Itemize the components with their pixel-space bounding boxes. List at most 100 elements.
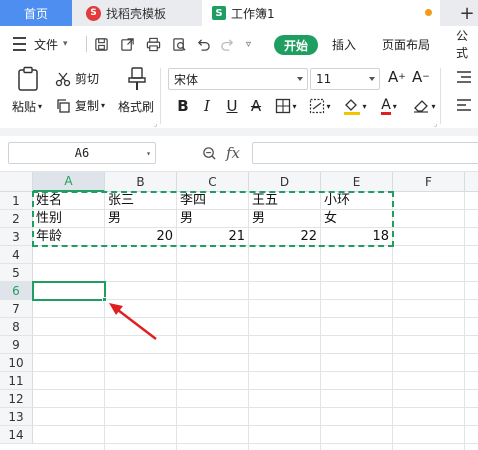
italic-label: I bbox=[204, 97, 210, 115]
row-header-6[interactable]: 6 bbox=[0, 282, 33, 300]
font-color-button[interactable]: A ▾ bbox=[376, 95, 402, 117]
align-left-icon[interactable] bbox=[456, 98, 472, 112]
paste-button[interactable]: 粘贴 ▾ bbox=[12, 98, 42, 115]
font-color-label: A bbox=[381, 96, 391, 115]
row-header-9[interactable]: 9 bbox=[0, 336, 33, 354]
row-header-3[interactable]: 3 bbox=[0, 228, 33, 246]
row-header-13[interactable]: 13 bbox=[0, 408, 33, 426]
new-tab-plus-icon[interactable]: + bbox=[456, 0, 478, 26]
formula-input[interactable] bbox=[252, 142, 478, 164]
insert-function-button[interactable]: fx bbox=[226, 144, 240, 162]
italic-button[interactable]: I bbox=[200, 95, 214, 117]
hamburger-menu-icon[interactable] bbox=[12, 34, 26, 54]
row-header-5[interactable]: 5 bbox=[0, 264, 33, 282]
row-header-7[interactable]: 7 bbox=[0, 300, 33, 318]
paste-label: 粘贴 bbox=[12, 100, 37, 114]
tab-insert[interactable]: 插入 bbox=[332, 34, 356, 54]
print-icon[interactable] bbox=[146, 37, 161, 52]
cut-button[interactable]: 剪切 bbox=[55, 70, 99, 87]
cell-a1[interactable]: 姓名 bbox=[33, 192, 105, 210]
cell-c3[interactable]: 21 bbox=[177, 228, 249, 246]
file-menu[interactable]: 文件 ▾ bbox=[34, 34, 68, 54]
row-header-12[interactable]: 12 bbox=[0, 390, 33, 408]
row-header-10[interactable]: 10 bbox=[0, 354, 33, 372]
tab-page-layout[interactable]: 页面布局 bbox=[382, 34, 430, 54]
cell-a2[interactable]: 性别 bbox=[33, 210, 105, 228]
cell-e2[interactable]: 女 bbox=[321, 210, 393, 228]
format-painter-button[interactable]: 格式刷 bbox=[118, 98, 154, 115]
font-grow-button[interactable]: A + bbox=[388, 68, 406, 86]
cell-b2[interactable]: 男 bbox=[105, 210, 177, 228]
font-size-select[interactable]: 11 bbox=[310, 68, 380, 90]
clipboard-expand-icon[interactable]: ⌟ bbox=[154, 120, 157, 128]
unsaved-dot-icon bbox=[425, 9, 432, 16]
cell-c1[interactable]: 李四 bbox=[177, 192, 249, 210]
cell-a3[interactable]: 年龄 bbox=[33, 228, 105, 246]
zoom-icon[interactable] bbox=[202, 146, 217, 161]
column-header-c[interactable]: C bbox=[177, 172, 249, 192]
column-header-b[interactable]: B bbox=[105, 172, 177, 192]
cell-b1[interactable]: 张三 bbox=[105, 192, 177, 210]
paste-icon[interactable] bbox=[16, 66, 40, 92]
borders-button[interactable]: ▾ bbox=[274, 95, 298, 117]
format-painter-icon[interactable] bbox=[126, 66, 148, 92]
copy-icon bbox=[57, 98, 70, 113]
cell-e3[interactable]: 18 bbox=[321, 228, 393, 246]
print-preview-icon[interactable] bbox=[172, 37, 187, 52]
row-3-label: 3 bbox=[12, 229, 20, 244]
name-box[interactable]: A6 ▾ bbox=[8, 142, 156, 164]
cell-d2[interactable]: 男 bbox=[249, 210, 321, 228]
copy-button[interactable]: 复制 ▾ bbox=[55, 97, 105, 114]
column-header-d[interactable]: D bbox=[249, 172, 321, 192]
cell-d3[interactable]: 22 bbox=[249, 228, 321, 246]
font-name-select[interactable]: 宋体 bbox=[168, 68, 308, 90]
font-shrink-button[interactable]: A − bbox=[412, 68, 430, 86]
cell-c2[interactable]: 男 bbox=[177, 210, 249, 228]
fx-label: fx bbox=[226, 144, 241, 162]
copy-label: 复制 bbox=[75, 99, 100, 113]
column-header-a[interactable]: A bbox=[33, 172, 105, 192]
column-header-f[interactable]: F bbox=[393, 172, 465, 192]
row-9-label: 9 bbox=[12, 337, 20, 352]
quick-access-more-icon[interactable]: ▿ bbox=[246, 34, 251, 54]
underline-label: U bbox=[226, 97, 238, 115]
tab-page-layout-label: 页面布局 bbox=[382, 37, 431, 52]
tab-formula[interactable]: 公式 bbox=[456, 29, 478, 60]
row-13-label: 13 bbox=[8, 409, 24, 424]
eraser-icon bbox=[414, 100, 429, 113]
column-header-e[interactable]: E bbox=[321, 172, 393, 192]
cell-c1-value: 李四 bbox=[180, 193, 207, 208]
bold-button[interactable]: B bbox=[174, 95, 192, 117]
clear-button[interactable]: ▾ bbox=[410, 95, 438, 117]
select-all-corner[interactable] bbox=[0, 172, 33, 192]
active-cell-a6[interactable] bbox=[32, 281, 106, 301]
save-icon[interactable] bbox=[94, 37, 109, 52]
tab-template[interactable]: S 找稻壳模板 bbox=[78, 0, 196, 26]
redo-icon[interactable] bbox=[220, 37, 235, 52]
cell-b3[interactable]: 20 bbox=[105, 228, 177, 246]
row-header-11[interactable]: 11 bbox=[0, 372, 33, 390]
cell-style-button[interactable]: ▾ bbox=[308, 95, 332, 117]
row-header-4[interactable]: 4 bbox=[0, 246, 33, 264]
export-icon[interactable] bbox=[120, 37, 135, 52]
undo-icon[interactable] bbox=[196, 37, 211, 52]
strikethrough-button[interactable]: A bbox=[248, 95, 264, 117]
font-expand-icon[interactable]: ⌟ bbox=[434, 120, 437, 128]
tab-home[interactable]: 首页 bbox=[0, 0, 72, 26]
fill-color-button[interactable]: ▾ bbox=[342, 95, 368, 117]
row-header-2[interactable]: 2 bbox=[0, 210, 33, 228]
tab-start[interactable]: 开始 bbox=[274, 35, 318, 55]
cell-e1[interactable]: 小环 bbox=[321, 192, 393, 210]
tab-workbook[interactable]: S 工作簿1 bbox=[202, 0, 440, 26]
row-header-14[interactable]: 14 bbox=[0, 426, 33, 444]
red-arrow-annotation-icon bbox=[109, 303, 157, 340]
cell-d1[interactable]: 王五 bbox=[249, 192, 321, 210]
chevron-down-icon bbox=[369, 77, 375, 81]
spreadsheet-grid[interactable]: A B C D E F 1 2 3 4 5 6 7 8 9 10 11 12 1… bbox=[0, 172, 478, 450]
column-header-g[interactable] bbox=[465, 172, 478, 192]
align-top-icon[interactable] bbox=[456, 70, 472, 84]
row-header-1[interactable]: 1 bbox=[0, 192, 33, 210]
underline-button[interactable]: U bbox=[224, 95, 240, 117]
row-header-8[interactable]: 8 bbox=[0, 318, 33, 336]
docer-logo-icon: S bbox=[86, 5, 101, 21]
